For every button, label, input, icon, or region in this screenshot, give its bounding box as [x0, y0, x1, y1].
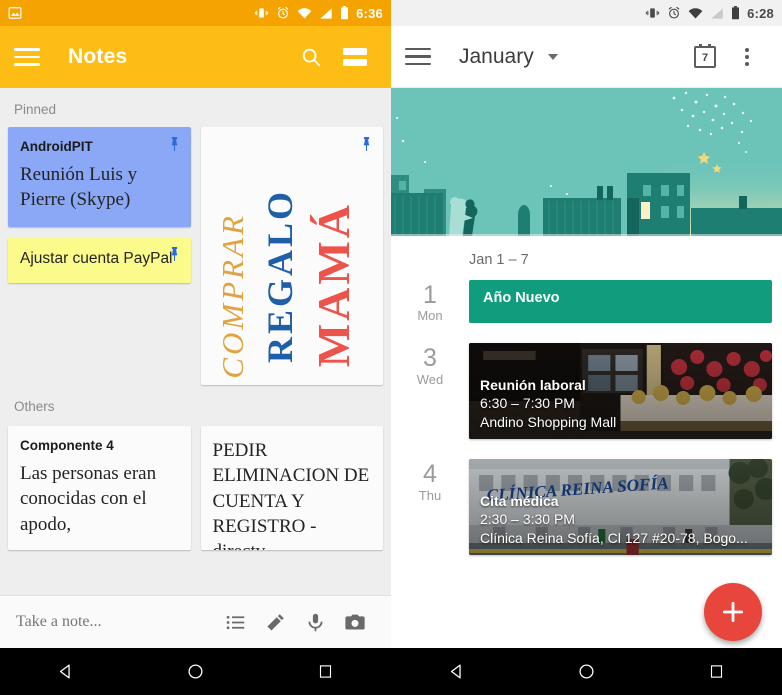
home-icon[interactable] — [168, 648, 222, 695]
recents-icon[interactable] — [299, 648, 353, 695]
vibrate-icon — [645, 6, 660, 20]
microphone-icon[interactable] — [296, 599, 336, 645]
calendar-day-row: 4 Thu CLÍNICA REINA SOFÍA — [391, 453, 782, 569]
event-details: Cita médica 2:30 – 3:30 PM Clínica Reina… — [480, 492, 748, 549]
brush-icon[interactable] — [256, 599, 296, 645]
event-title: Reunión laboral — [480, 376, 586, 393]
section-label-others: Others — [14, 399, 55, 414]
event-location: Clínica Reina Sofía, Cl 127 #20-78, Bogo… — [480, 530, 748, 547]
pinned-notes-grid: AndroidPIT Reunión Luis y Pierre (Skype)… — [8, 127, 383, 385]
note-title: AndroidPIT — [20, 139, 93, 154]
day-column: 4 Thu — [391, 459, 469, 555]
calendar-today-icon[interactable]: 7 — [684, 36, 726, 78]
date-range-label: Jan 1 – 7 — [469, 252, 529, 268]
hamburger-icon[interactable] — [405, 47, 431, 66]
pin-icon[interactable] — [169, 137, 180, 151]
notes-navigation-bar — [0, 648, 391, 695]
note-text: PEDIR ELIMINACION DE CUENTA Y REGISTRO -… — [212, 440, 370, 550]
back-icon[interactable] — [38, 648, 92, 695]
compose-bar — [0, 595, 391, 648]
note-card[interactable]: Ajustar cuenta PayPal — [8, 236, 191, 284]
section-label-pinned: Pinned — [14, 102, 57, 117]
note-card[interactable]: AndroidPIT Reunión Luis y Pierre (Skype) — [8, 127, 191, 227]
page-title: Notes — [68, 45, 128, 68]
event-location: Andino Shopping Mall — [480, 414, 617, 431]
day-weekday: Mon — [417, 308, 443, 324]
city-skyline-night-illustration — [391, 88, 782, 236]
notes-app-screen: 6:36 Notes Pinned AndroidPIT Reunión Lui… — [0, 0, 391, 695]
month-selector[interactable]: January — [459, 45, 558, 69]
note-text: Reunión Luis y Pierre (Skype) — [20, 164, 138, 211]
day-number: 4 — [423, 460, 437, 489]
list-icon[interactable] — [216, 599, 256, 645]
pin-icon[interactable] — [169, 246, 180, 261]
add-event-fab[interactable] — [704, 583, 762, 641]
event-card[interactable]: Reunión laboral 6:30 – 7:30 PM Andino Sh… — [469, 343, 772, 440]
back-icon[interactable] — [429, 648, 483, 695]
note-title: Componente 4 — [20, 438, 114, 453]
calendar-day-row: 3 Wed Reunión laboral 6:30 – 7:30 PM And… — [391, 337, 782, 453]
search-icon[interactable] — [289, 35, 333, 79]
chevron-down-icon — [547, 53, 558, 60]
camera-icon[interactable] — [335, 599, 375, 645]
day-weekday: Thu — [418, 487, 442, 503]
recents-icon[interactable] — [690, 648, 744, 695]
alarm-icon — [276, 6, 290, 20]
other-notes-grid: Componente 4 Las personas eran conocidas… — [8, 426, 383, 550]
event-time: 2:30 – 3:30 PM — [480, 511, 575, 528]
event-time: 6:30 – 7:30 PM — [480, 395, 575, 412]
overflow-menu-icon[interactable] — [726, 36, 768, 78]
day-weekday: Wed — [416, 371, 444, 387]
notes-toolbar: Notes — [0, 26, 391, 88]
notes-list: Pinned AndroidPIT Reunión Luis y Pierre … — [0, 88, 391, 595]
event-title: Cita médica — [480, 492, 559, 509]
pin-icon[interactable] — [361, 137, 372, 151]
notes-status-bar: 6:36 — [0, 0, 391, 26]
take-a-note-input[interactable] — [16, 613, 216, 631]
day-column: 3 Wed — [391, 343, 469, 439]
vibrate-icon — [254, 6, 269, 20]
photo-icon — [8, 6, 22, 20]
handwriting-word-regalo: REGALO — [259, 188, 300, 363]
home-icon[interactable] — [559, 648, 613, 695]
calendar-status-bar: 6:28 — [391, 0, 782, 26]
month-label: January — [459, 44, 534, 68]
note-text: Ajustar cuenta PayPal — [20, 249, 173, 267]
battery-icon — [340, 6, 349, 20]
status-time: 6:36 — [356, 5, 383, 21]
calendar-event-list: Jan 1 – 7 1 Mon Año Nuevo 3 Wed Reunión … — [391, 236, 782, 570]
calendar-day-row: 1 Mon Año Nuevo — [391, 274, 782, 337]
signal-icon — [710, 7, 724, 20]
calendar-navigation-bar — [391, 648, 782, 695]
plus-icon — [722, 601, 744, 623]
calendar-toolbar: January 7 — [391, 26, 782, 88]
list-view-icon[interactable] — [333, 35, 377, 79]
note-card[interactable]: COMPRAR REGALO MAMÁ — [200, 127, 383, 385]
signal-icon — [319, 7, 333, 20]
handwriting-word-comprar: COMPRAR — [214, 213, 250, 379]
wifi-icon — [688, 7, 703, 20]
today-date-badge: 7 — [694, 43, 716, 68]
battery-icon — [731, 6, 740, 20]
note-card[interactable]: PEDIR ELIMINACION DE CUENTA Y REGISTRO -… — [200, 426, 383, 550]
event-card[interactable]: CLÍNICA REINA SOFÍA — [469, 459, 772, 556]
day-column: 1 Mon — [391, 280, 469, 324]
handwriting-word-mama: MAMÁ — [307, 201, 359, 367]
hamburger-icon[interactable] — [14, 48, 40, 66]
status-time: 6:28 — [747, 5, 774, 21]
day-number: 1 — [423, 281, 437, 309]
event-details: Reunión laboral 6:30 – 7:30 PM Andino Sh… — [480, 376, 616, 433]
alarm-icon — [667, 6, 681, 20]
wifi-icon — [297, 7, 312, 20]
event-chip[interactable]: Año Nuevo — [469, 280, 772, 324]
calendar-app-screen: 6:28 January 7 Jan 1 – 7 1 Mon Año Nuevo… — [391, 0, 782, 695]
note-text: Las personas eran conocidas con el apodo… — [20, 463, 157, 535]
day-number: 3 — [423, 344, 437, 373]
note-card[interactable]: Componente 4 Las personas eran conocidas… — [8, 426, 191, 550]
